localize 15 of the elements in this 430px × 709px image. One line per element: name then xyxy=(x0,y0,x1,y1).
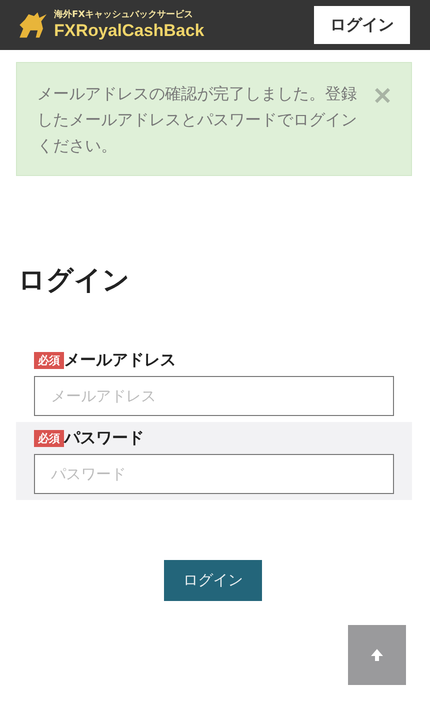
submit-button[interactable]: ログイン xyxy=(164,560,262,601)
required-badge: 必須 xyxy=(34,430,64,446)
login-button[interactable]: ログイン xyxy=(314,6,410,44)
logo-title: FXRoyalCashBack xyxy=(54,20,204,40)
input-field[interactable]: メールアドレス xyxy=(34,376,394,416)
input-field[interactable]: パスワード xyxy=(34,454,394,494)
required-badge: 必須 xyxy=(34,352,64,368)
alert-message: メールアドレスの確認が完了しました。登録したメールアドレスとパスワードでログインください。 xyxy=(37,83,358,157)
field-label: パスワード xyxy=(64,428,144,448)
back-to-top-button[interactable] xyxy=(348,625,406,685)
close-icon[interactable] xyxy=(374,87,391,104)
logo-subtitle: 海外FXキャッシュバックサービス xyxy=(54,10,194,20)
field-label: メールアドレス xyxy=(64,350,176,370)
page-title: ログイン xyxy=(18,264,131,298)
up-arrow-icon xyxy=(370,648,384,662)
